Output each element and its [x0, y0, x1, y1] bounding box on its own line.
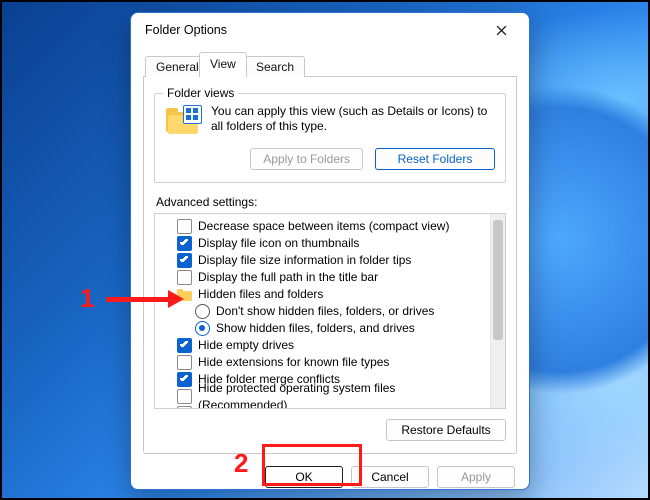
dialog-button-row: OK Cancel Apply	[143, 466, 517, 488]
folder-views-group: Folder views You can apply this view (su…	[154, 93, 506, 183]
ok-button[interactable]: OK	[265, 466, 343, 488]
radio[interactable]	[195, 304, 210, 319]
list-item[interactable]: Show hidden files, folders, and drives	[161, 320, 487, 337]
folder-icon	[177, 289, 192, 301]
titlebar[interactable]: Folder Options	[131, 13, 529, 47]
folder-options-dialog: Folder Options General View Search Folde…	[130, 12, 530, 490]
list-item[interactable]: Display the full path in the title bar	[161, 269, 487, 286]
apply-to-folders-button[interactable]: Apply to Folders	[250, 148, 363, 170]
checkbox[interactable]	[177, 355, 192, 370]
close-button[interactable]	[479, 15, 523, 45]
tab-search[interactable]: Search	[245, 56, 305, 77]
reset-folders-button[interactable]: Reset Folders	[375, 148, 495, 170]
radio[interactable]	[195, 321, 210, 336]
list-item-folder[interactable]: Hidden files and folders	[161, 286, 487, 303]
advanced-settings-list[interactable]: Decrease space between items (compact vi…	[154, 213, 506, 409]
checkbox[interactable]	[177, 253, 192, 268]
advanced-settings-label: Advanced settings:	[156, 195, 506, 209]
checkbox[interactable]	[177, 236, 192, 251]
checkbox[interactable]	[177, 389, 192, 404]
checkbox[interactable]	[177, 372, 192, 387]
checkbox[interactable]	[177, 338, 192, 353]
list-item[interactable]: Hide empty drives	[161, 337, 487, 354]
apply-button[interactable]: Apply	[437, 466, 515, 488]
list-item[interactable]: Launch folder windows in a separate proc…	[161, 405, 487, 409]
folder-views-icon	[165, 106, 201, 138]
tabstrip: General View Search	[143, 51, 517, 77]
window-title: Folder Options	[145, 23, 479, 37]
folder-views-description: You can apply this view (such as Details…	[211, 104, 495, 138]
scrollbar[interactable]	[490, 214, 505, 408]
close-icon	[496, 25, 507, 36]
list-item[interactable]: Hide extensions for known file types	[161, 354, 487, 371]
list-item[interactable]: Hide protected operating system files (R…	[161, 388, 487, 405]
list-item[interactable]: Display file icon on thumbnails	[161, 235, 487, 252]
list-item[interactable]: Display file size information in folder …	[161, 252, 487, 269]
checkbox[interactable]	[177, 270, 192, 285]
restore-defaults-button[interactable]: Restore Defaults	[386, 419, 506, 441]
tab-panel-view: Folder views You can apply this view (su…	[143, 77, 517, 454]
list-item[interactable]: Don't show hidden files, folders, or dri…	[161, 303, 487, 320]
folder-views-title: Folder views	[163, 86, 238, 100]
cancel-button[interactable]: Cancel	[351, 466, 429, 488]
checkbox[interactable]	[177, 406, 192, 409]
tab-view[interactable]: View	[199, 52, 247, 77]
scrollbar-thumb[interactable]	[493, 220, 503, 340]
list-item[interactable]: Decrease space between items (compact vi…	[161, 218, 487, 235]
checkbox[interactable]	[177, 219, 192, 234]
